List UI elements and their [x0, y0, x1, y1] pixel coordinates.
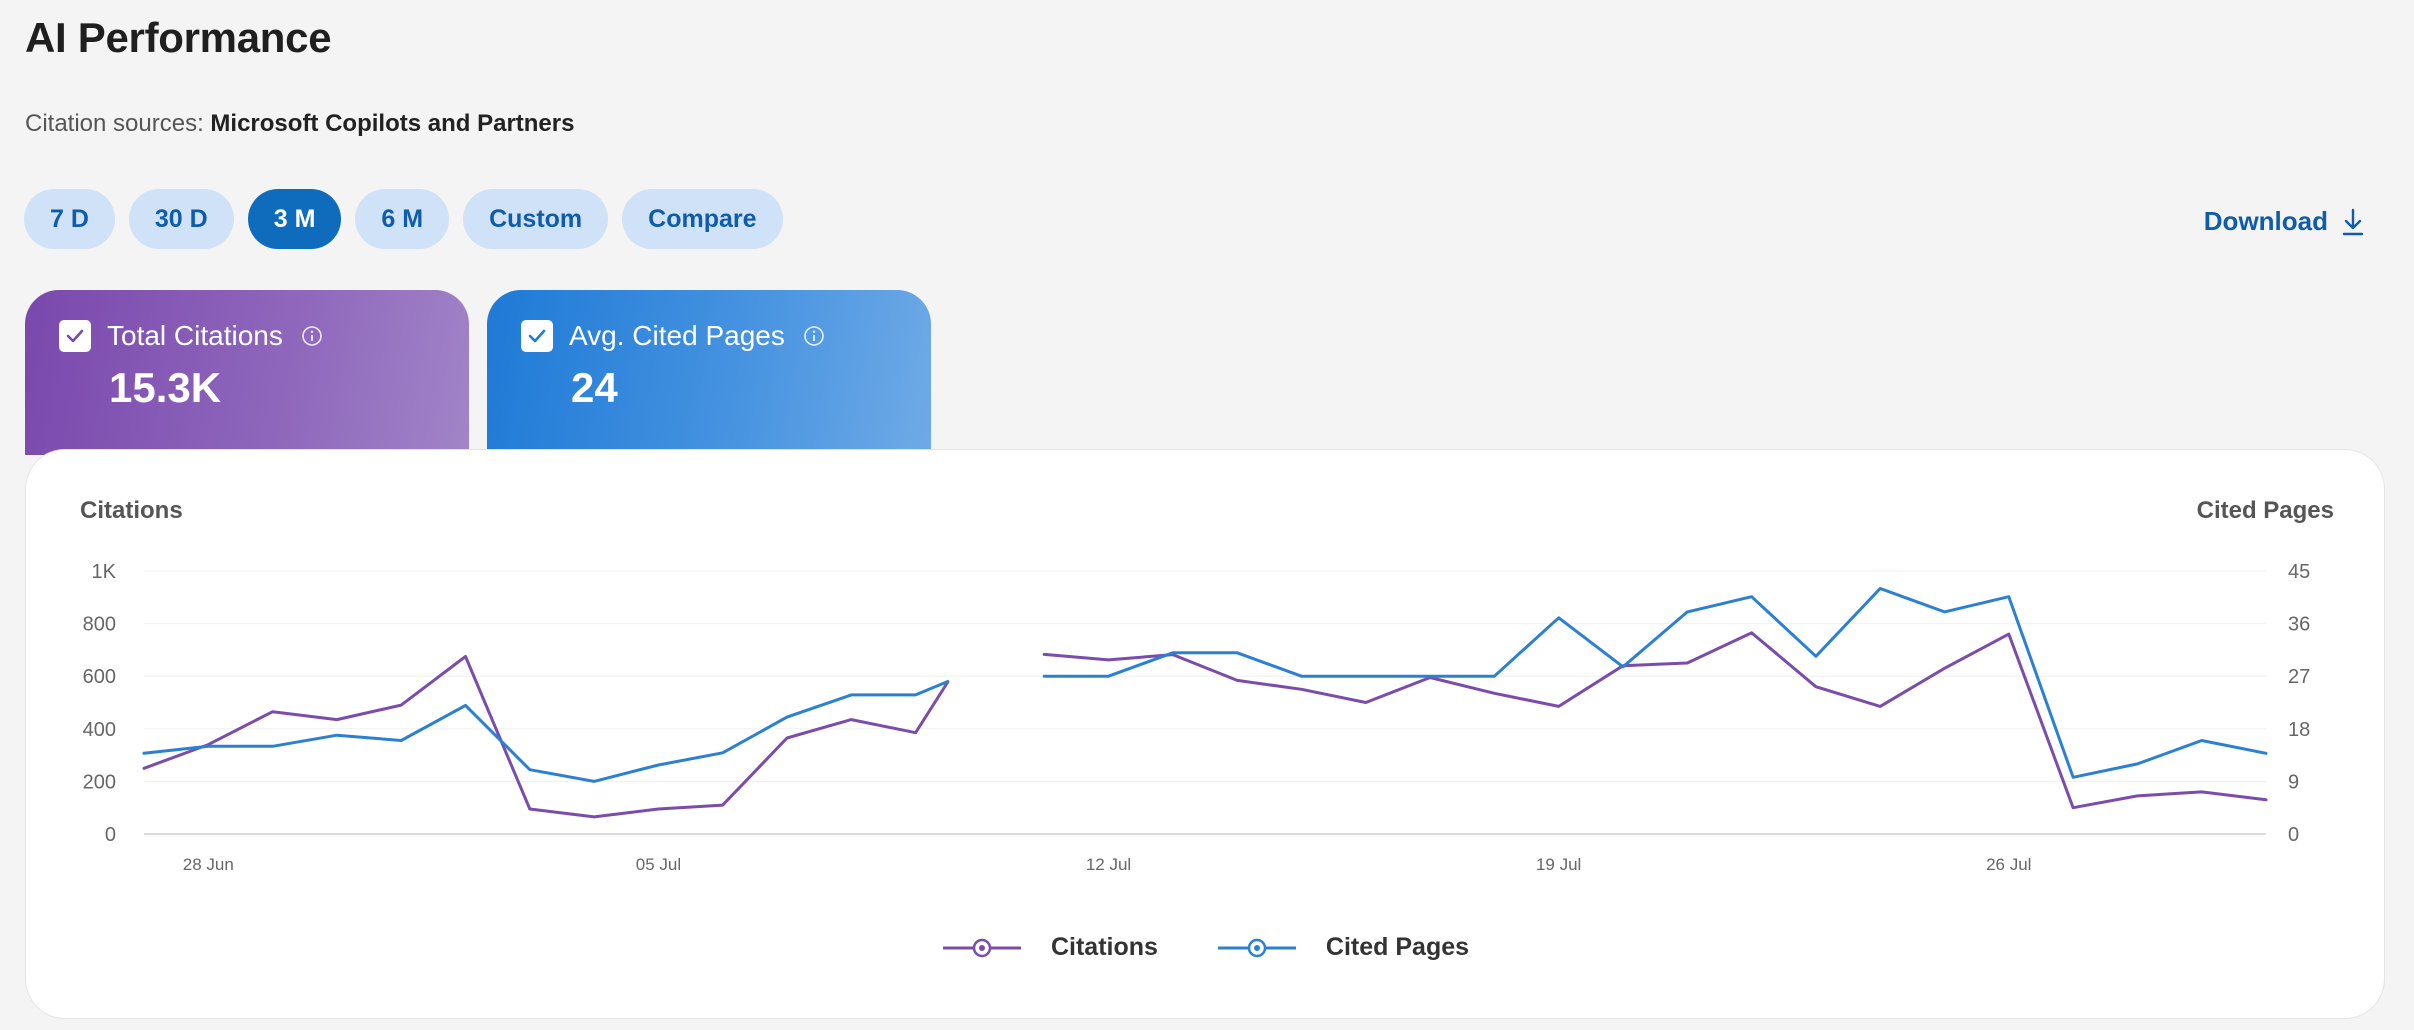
x-tick-label: 28 Jun: [183, 855, 234, 874]
avg-cited-pages-card[interactable]: Avg. Cited Pages 24: [487, 290, 931, 455]
right-axis-title: Cited Pages: [2197, 497, 2334, 524]
series-line-cited-pages: [142, 587, 2268, 783]
compare-button[interactable]: Compare: [622, 189, 783, 249]
x-tick-label: 19 Jul: [1536, 855, 1581, 874]
download-button[interactable]: Download: [2204, 206, 2366, 237]
right-tick-label: 18: [2288, 719, 2310, 741]
x-tick-label: 12 Jul: [1086, 855, 1131, 874]
download-label: Download: [2203, 206, 2328, 236]
checkmark-icon: [528, 329, 546, 343]
chart-legend: Citations Cited Pages: [26, 933, 2384, 962]
left-tick-label: 0: [105, 824, 116, 846]
download-icon: [2342, 208, 2364, 235]
total-citations-value: 15.3K: [109, 364, 222, 411]
right-tick-label: 27: [2288, 666, 2310, 688]
legend-cited-pages[interactable]: Cited Pages: [1216, 933, 1469, 962]
legend-citations-label: Citations: [1050, 933, 1158, 961]
page-title: AI Performance: [25, 14, 332, 61]
right-tick-label: 36: [2288, 614, 2310, 636]
avg-cited-pages-value: 24: [571, 364, 618, 411]
info-icon[interactable]: [301, 325, 323, 347]
right-tick-label: 9: [2288, 771, 2299, 793]
left-axis-title: Citations: [80, 497, 183, 524]
legend-citations-marker: [942, 938, 1021, 957]
right-tick-label: 0: [2288, 824, 2299, 846]
chart-panel: Citations Cited Pages 0 200 400 600 800 1K 0 9 18 2…: [25, 449, 2385, 1019]
left-tick-label: 200: [83, 771, 116, 793]
right-tick-label: 45: [2288, 561, 2310, 583]
left-tick-label: 800: [83, 614, 116, 636]
avg-cited-pages-checkbox[interactable]: [521, 320, 553, 352]
left-tick-label: 400: [83, 719, 116, 741]
series-line-citations: [142, 631, 2268, 819]
citation-sources-label: Citation sources:: [25, 110, 204, 137]
checkmark-icon: [66, 329, 84, 343]
time-range-selector: 7 D 30 D 3 M 6 M Custom Compare: [24, 189, 783, 249]
range-3m-button[interactable]: 3 M: [247, 189, 342, 249]
legend-cited-pages-marker: [1217, 938, 1296, 957]
range-7d-button[interactable]: 7 D: [24, 189, 115, 249]
performance-chart: Citations Cited Pages 0 200 400 600 800 1K 0 9 18 2…: [80, 497, 2334, 874]
citation-sources-value: Microsoft Copilots and Partners: [210, 110, 575, 137]
x-tick-label: 05 Jul: [636, 855, 681, 874]
range-30d-button[interactable]: 30 D: [128, 189, 234, 249]
legend-cited-pages-label: Cited Pages: [1325, 933, 1470, 961]
left-tick-label: 600: [83, 666, 116, 688]
left-tick-label: 1K: [92, 561, 117, 583]
range-6m-button[interactable]: 6 M: [355, 189, 450, 249]
total-citations-checkbox[interactable]: [59, 320, 91, 352]
avg-cited-pages-label: Avg. Cited Pages: [569, 320, 785, 351]
range-custom-button[interactable]: Custom: [463, 189, 609, 249]
info-icon[interactable]: [803, 325, 825, 347]
x-tick-label: 26 Jul: [1986, 855, 2031, 874]
legend-citations[interactable]: Citations: [941, 933, 1158, 962]
total-citations-label: Total Citations: [107, 320, 283, 351]
total-citations-card[interactable]: Total Citations 15.3K: [25, 290, 469, 455]
citation-sources: Citation sources: Microsoft Copilots and…: [25, 110, 574, 138]
